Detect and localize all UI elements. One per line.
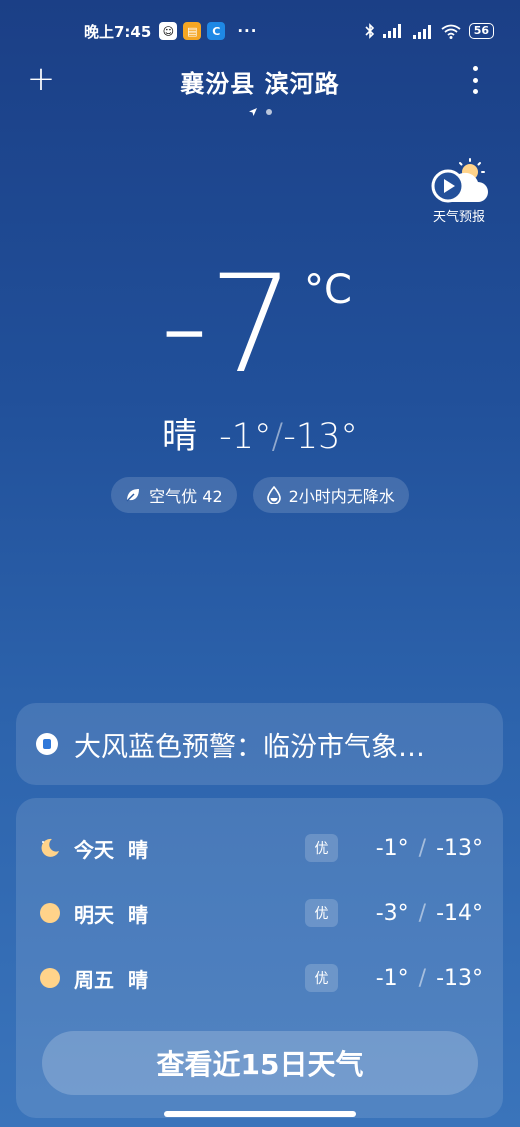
day-low: -13° [436,835,483,861]
leaf-icon [126,489,140,502]
high-temp: -1° [219,417,272,457]
status-right: 56 [365,23,494,39]
signal-hd-icon [412,25,431,39]
files-icon: ▤ [183,22,202,40]
temp-separator: / [271,417,284,457]
bluetooth-icon [365,23,374,39]
location-arrow-icon [249,108,257,116]
menu-dot [472,89,478,94]
moon-icon [41,838,59,857]
precipitation-chip[interactable]: 2小时内无降水 [252,477,409,513]
day-name: 明天 [74,902,114,927]
status-time: 晚上7:45 [84,22,152,41]
battery-icon: 56 [468,23,494,39]
temperature-unit: °C [304,267,352,313]
status-bar: 晚上7:45 ☺ ▤ C ··· 56 [0,0,520,62]
day-condition: 晴 [128,902,148,927]
fifteen-day-forecast-button[interactable]: 查看近15日天气 [42,1031,478,1095]
day-high: -1° [375,965,409,991]
current-temperature: -7 °C [0,255,520,395]
day-temp-separator: / [418,900,427,926]
day-condition: 晴 [128,837,148,862]
day-low: -14° [436,900,483,926]
day-high: -1° [375,835,409,861]
sun-icon [40,903,60,923]
condition-text: 晴 [162,417,198,457]
page-indicator [0,107,520,117]
day-name: 周五 [74,967,114,992]
forecast-video-label: 天气预报 [432,210,485,225]
play-weather-icon [431,158,488,203]
forecast-row-friday[interactable]: 周五 晴 优 -1° / -13° [16,958,503,998]
day-temp-separator: / [418,835,427,861]
day-temps: -1° / -13° [376,836,483,861]
city-title[interactable]: 襄汾县 滨河路 [0,64,520,99]
forecast-row-tomorrow[interactable]: 明天 晴 优 -3° / -14° [16,893,503,933]
signal-icon [382,24,401,38]
precipitation-text: 2小时内无降水 [288,487,395,506]
day-name: 今天 [74,837,114,862]
top-bar: + 襄汾县 滨河路 [0,58,520,108]
day-temps: -3° / -14° [376,901,483,926]
more-menu-button[interactable] [468,66,482,94]
aqi-badge: 优 [305,899,338,927]
menu-dot [472,77,478,83]
wifi-icon [441,24,461,39]
temperature-value: -7 [160,246,295,403]
forecast-video-button[interactable]: 天气预报 [424,158,494,225]
condition-line: 晴 -1°/-13° [0,408,520,459]
more-notifications-icon: ··· [237,22,258,40]
sun-icon [40,968,60,988]
low-temp: -13° [283,417,358,457]
aqi-badge: 优 [305,834,338,862]
weather-alert-card[interactable]: 大风蓝色预警：临汾市气象… [16,703,503,785]
water-drop-icon [266,486,281,504]
alert-text: 大风蓝色预警：临汾市气象… [74,731,425,763]
day-high: -3° [375,900,409,926]
alert-icon [36,733,58,755]
air-quality-text: 空气优 42 [149,487,223,506]
forecast-row-today[interactable]: 今天 晴 优 -1° / -13° [16,828,503,868]
air-quality-chip[interactable]: 空气优 42 [111,477,237,513]
app-icon: C [207,22,226,40]
info-chips: 空气优 42 2小时内无降水 [0,477,520,513]
menu-dot [472,66,478,71]
day-low: -13° [436,965,483,991]
aqi-badge: 优 [305,964,338,992]
day-condition: 晴 [128,967,148,992]
page-dot [266,109,272,115]
day-temp-separator: / [418,965,427,991]
qq-icon: ☺ [159,22,178,40]
home-indicator[interactable] [164,1111,356,1117]
day-temps: -1° / -13° [376,966,483,991]
